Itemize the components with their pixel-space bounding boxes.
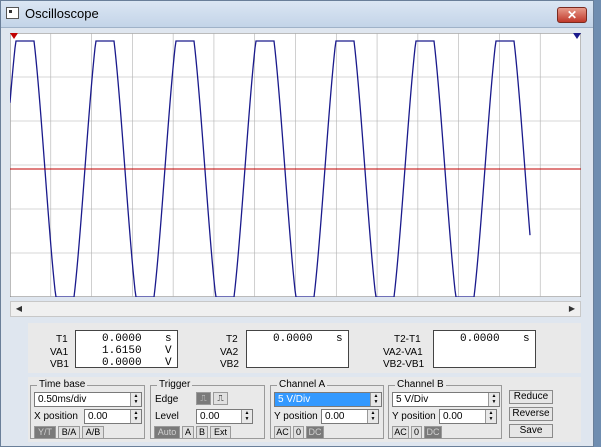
edge-label: Edge bbox=[155, 394, 179, 405]
save-button[interactable]: Save bbox=[509, 424, 553, 438]
t2-t1-label: T2-T1 bbox=[394, 334, 421, 345]
spinner-arrows-icon: ▲ ▼ bbox=[485, 410, 496, 423]
readout-panel: T1 VA1 VB1 0.0000 s 1.6150 V 0.0000 V T2 VA… bbox=[28, 323, 581, 373]
spinner-arrows-icon: ▲ ▼ bbox=[488, 393, 499, 406]
t2-label: T2 bbox=[226, 334, 238, 345]
mode-yt-button[interactable]: Y/T bbox=[34, 426, 56, 439]
trigger-a-button[interactable]: A bbox=[182, 426, 194, 439]
channel-a-scale-spinner[interactable]: 5 V/Div ▲ ▼ bbox=[274, 392, 382, 407]
channel-a-ypos-spinner[interactable]: 0.00 ▲ ▼ bbox=[321, 409, 379, 424]
timebase-scale-spinner[interactable]: 0.50ms/div ▲ ▼ bbox=[34, 392, 142, 407]
channel-b-zero-button[interactable]: 0 bbox=[411, 426, 422, 439]
app-icon bbox=[6, 7, 19, 19]
xpos-label: X position bbox=[34, 411, 78, 422]
trigger-level-spinner[interactable]: 0.00 ▲ ▼ bbox=[196, 409, 253, 424]
vb2-label: VB2 bbox=[220, 359, 239, 370]
scroll-right-icon[interactable]: ▶ bbox=[564, 302, 580, 316]
spinner-arrows-icon: ▲ ▼ bbox=[130, 410, 141, 423]
t2-t1-readout: 0.0000 s bbox=[433, 330, 536, 368]
timebase-title: Time base bbox=[37, 379, 88, 390]
channel-b-scale-spinner[interactable]: 5 V/Div ▲ ▼ bbox=[392, 392, 500, 407]
channel-a-dc-button[interactable]: DC bbox=[306, 426, 324, 439]
channel-a-ac-button[interactable]: AC bbox=[274, 426, 291, 439]
reverse-button[interactable]: Reverse bbox=[509, 407, 553, 421]
timebase-group: Time base 0.50ms/div ▲ ▼ X position 0.00 ▲ ▼… bbox=[30, 379, 145, 439]
oscilloscope-window: Oscilloscope ✕ ◀ ▶ T1 VA1 VB1 0.0000 s 1.… bbox=[0, 0, 594, 447]
window-title: Oscilloscope bbox=[25, 6, 99, 21]
vb2-vb1-label: VB2-VB1 bbox=[383, 359, 425, 370]
va2-label: VA2 bbox=[220, 347, 239, 358]
controls-panel: Time base 0.50ms/div ▲ ▼ X position 0.00 ▲ ▼… bbox=[28, 377, 581, 442]
trigger-title: Trigger bbox=[157, 379, 193, 390]
va2-va1-label: VA2-VA1 bbox=[383, 347, 423, 358]
va1-label: VA1 bbox=[50, 347, 69, 358]
trigger-group: Trigger Edge ⎍ ⎍ Level 0.00 ▲ ▼ Auto A B E… bbox=[150, 379, 265, 439]
spinner-arrows-icon: ▲ ▼ bbox=[130, 393, 141, 406]
reduce-button[interactable]: Reduce bbox=[509, 390, 553, 404]
channel-a-title: Channel A bbox=[277, 379, 328, 390]
title-bar[interactable]: Oscilloscope ✕ bbox=[1, 1, 593, 28]
scroll-left-icon[interactable]: ◀ bbox=[11, 302, 27, 316]
channel-a-group: Channel A 5 V/Div ▲ ▼ Y position 0.00 ▲ ▼ AC… bbox=[270, 379, 384, 439]
trigger-b-button[interactable]: B bbox=[196, 426, 208, 439]
trigger-ext-button[interactable]: Ext bbox=[210, 426, 231, 439]
close-button[interactable]: ✕ bbox=[557, 7, 587, 23]
trigger-auto-button[interactable]: Auto bbox=[154, 426, 180, 439]
spinner-arrows-icon: ▲ ▼ bbox=[370, 393, 381, 406]
spinner-arrows-icon: ▲ ▼ bbox=[241, 410, 252, 423]
channel-b-title: Channel B bbox=[395, 379, 446, 390]
falling-edge-icon[interactable]: ⎍ bbox=[213, 392, 228, 405]
horizontal-scrollbar[interactable]: ◀ ▶ bbox=[10, 301, 581, 317]
rising-edge-icon[interactable]: ⎍ bbox=[196, 392, 211, 405]
t2-readout: 0.0000 s bbox=[246, 330, 349, 368]
mode-ab-button[interactable]: A/B bbox=[82, 426, 104, 439]
spinner-arrows-icon: ▲ ▼ bbox=[367, 410, 378, 423]
channel-b-ypos-label: Y position bbox=[392, 411, 436, 422]
t1-label: T1 bbox=[56, 334, 68, 345]
channel-b-ypos-spinner[interactable]: 0.00 ▲ ▼ bbox=[439, 409, 497, 424]
t1-readout: 0.0000 s 1.6150 V 0.0000 V bbox=[75, 330, 178, 369]
channel-a-ypos-label: Y position bbox=[274, 411, 318, 422]
oscilloscope-screen[interactable] bbox=[10, 33, 581, 297]
channel-b-dc-button[interactable]: DC bbox=[424, 426, 442, 439]
channel-b-group: Channel B 5 V/Div ▲ ▼ Y position 0.00 ▲ ▼ AC… bbox=[388, 379, 502, 439]
xpos-spinner[interactable]: 0.00 ▲ ▼ bbox=[84, 409, 142, 424]
channel-b-ac-button[interactable]: AC bbox=[392, 426, 409, 439]
vb1-label: VB1 bbox=[50, 359, 69, 370]
channel-a-zero-button[interactable]: 0 bbox=[293, 426, 304, 439]
mode-ba-button[interactable]: B/A bbox=[58, 426, 80, 439]
level-label: Level bbox=[155, 411, 179, 422]
